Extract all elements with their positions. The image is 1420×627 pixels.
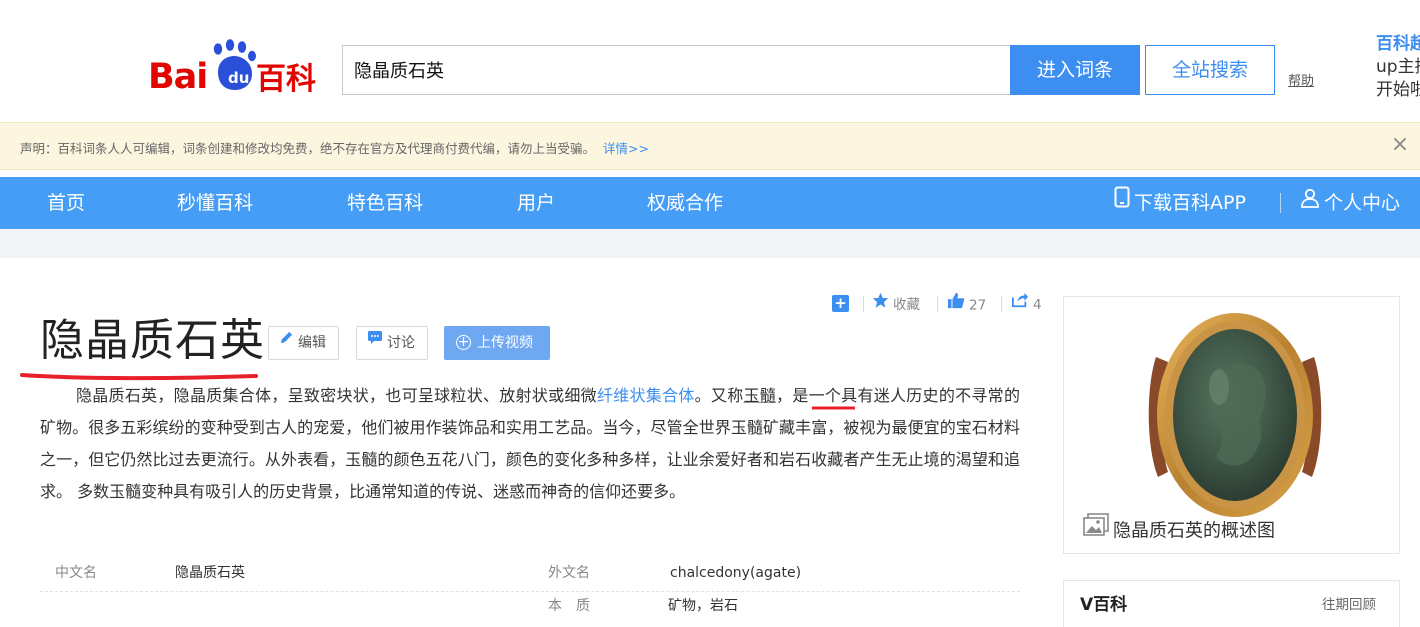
site-search-button[interactable]: 全站搜索 — [1145, 45, 1275, 95]
summary-text-1: 隐晶质石英，隐晶质集合体，呈致密块状，也可呈球粒状、放射状或细微 — [76, 386, 597, 405]
image-caption: 隐晶质石英的概述图 — [1113, 520, 1275, 542]
main-nav: 首页 秒懂百科 特色百科 用户 权威合作 下载百科APP 个人中心 — [0, 177, 1420, 229]
chalcedony-link[interactable]: 玉髓 — [743, 386, 776, 405]
nav-item-partners[interactable]: 权威合作 — [647, 177, 723, 229]
discuss-label: 讨论 — [387, 335, 415, 351]
page-title: 隐晶质石英 — [40, 315, 265, 366]
upload-video-label: 上传视频 — [477, 335, 533, 351]
info-divider — [40, 591, 1020, 592]
share-icon — [1011, 292, 1029, 314]
chat-icon — [367, 325, 383, 357]
phone-icon — [1114, 176, 1130, 228]
entry-summary: 隐晶质石英，隐晶质集合体，呈致密块状，也可呈球粒状、放射状或细微纤维状集合体。又… — [40, 380, 1020, 508]
notice-bar: 声明：百科词条人人可编辑，词条创建和修改均免费，绝不存在官方及代理商付费代编，请… — [0, 122, 1420, 170]
site-header: du Bai 百科 进入词条 全站搜索 帮助 百科超 up主播 开始啦 — [0, 0, 1420, 122]
info-value-chinese-name: 隐晶质石英 — [175, 565, 245, 581]
past-review-link[interactable]: 往期回顾 — [1322, 595, 1376, 615]
collect-button[interactable]: 收藏 — [872, 292, 920, 314]
section-gap — [0, 229, 1420, 258]
promo-line-2: up主播 — [1376, 57, 1420, 77]
info-value-foreign-name: chalcedony(agate) — [670, 565, 802, 581]
download-app-label: 下载百科APP — [1134, 192, 1246, 214]
vbaike-title: V百科 — [1080, 595, 1128, 615]
star-icon — [872, 292, 889, 314]
nav-item-miaodong[interactable]: 秒懂百科 — [177, 177, 253, 229]
upload-video-button[interactable]: + 上传视频 — [444, 326, 550, 360]
close-icon[interactable]: × — [1388, 133, 1412, 157]
info-label-essence: 本 质 — [548, 598, 590, 614]
like-count: 27 — [969, 297, 987, 314]
notice-text: 声明：百科词条人人可编辑，词条创建和修改均免费，绝不存在官方及代理商付费代编，请… — [20, 141, 596, 156]
edit-button[interactable]: 编辑 — [268, 326, 339, 360]
info-label-foreign-name: 外文名 — [548, 565, 590, 581]
search-input[interactable] — [343, 46, 1010, 94]
download-app-link[interactable]: 下载百科APP — [1114, 177, 1246, 229]
info-value-essence: 矿物，岩石 — [668, 598, 738, 614]
svg-text:Bai: Bai — [148, 57, 207, 94]
notice-text-wrap: 声明：百科词条人人可编辑，词条创建和修改均免费，绝不存在官方及代理商付费代编，请… — [20, 138, 649, 157]
summary-text-2: 。又称 — [694, 386, 744, 405]
svg-text:du: du — [228, 69, 249, 87]
nav-item-home[interactable]: 首页 — [47, 177, 85, 229]
collect-label: 收藏 — [893, 297, 920, 313]
nav-item-featured[interactable]: 特色百科 — [347, 177, 423, 229]
share-count: 4 — [1033, 297, 1042, 313]
promo-line-1: 百科超 — [1376, 34, 1420, 54]
enter-entry-button[interactable]: 进入词条 — [1010, 45, 1140, 95]
add-circle-icon: + — [456, 333, 471, 350]
info-label-chinese-name: 中文名 — [55, 565, 97, 581]
nav-item-users[interactable]: 用户 — [517, 177, 555, 229]
image-icon — [1083, 513, 1109, 546]
plus-icon[interactable]: + — [832, 295, 849, 312]
nav-divider — [1280, 193, 1281, 213]
discuss-button[interactable]: 讨论 — [356, 326, 428, 360]
notice-details-link[interactable]: 详情>> — [603, 141, 649, 156]
toolbar-divider — [863, 296, 864, 312]
edit-label: 编辑 — [298, 335, 326, 351]
chalcedony-red-mark — [812, 406, 855, 410]
thumbs-up-icon — [947, 292, 965, 315]
search-input-wrapper — [342, 45, 1010, 95]
personal-center-link[interactable]: 个人中心 — [1300, 177, 1400, 229]
help-link[interactable]: 帮助 — [1288, 70, 1314, 89]
promo-banner[interactable]: 百科超 up主播 开始啦 — [1376, 33, 1420, 102]
personal-center-label: 个人中心 — [1324, 192, 1401, 214]
pencil-icon — [279, 325, 294, 357]
share-button[interactable]: 4 — [1011, 292, 1042, 314]
promo-line-3: 开始啦 — [1376, 80, 1420, 100]
toolbar-divider — [1001, 296, 1002, 312]
fiber-aggregate-link[interactable]: 纤维状集合体 — [597, 386, 695, 405]
image-caption-link[interactable]: 隐晶质石英的概述图 — [1083, 513, 1275, 548]
toolbar-divider — [937, 296, 938, 312]
svg-text:百科: 百科 — [256, 62, 316, 94]
baidu-baike-logo[interactable]: du Bai 百科 — [148, 38, 320, 94]
like-button[interactable]: 27 — [947, 292, 987, 315]
user-icon — [1300, 176, 1320, 228]
